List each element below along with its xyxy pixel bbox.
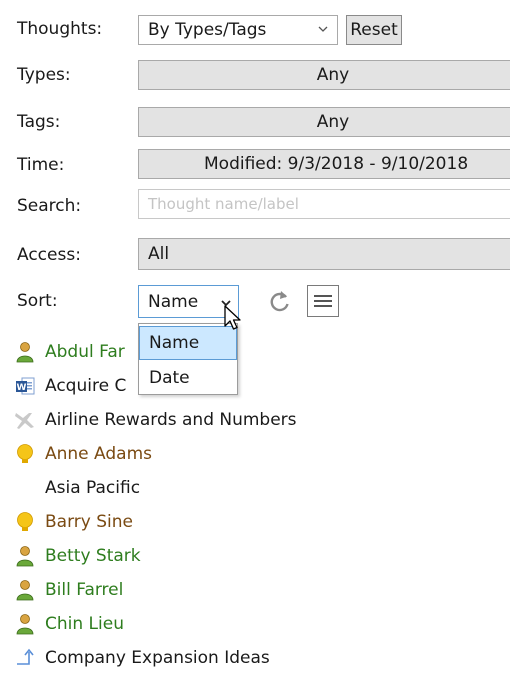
refresh-icon[interactable] bbox=[266, 286, 294, 316]
sort-option-name[interactable]: Name bbox=[139, 326, 237, 360]
time-range-button[interactable]: Modified: 9/3/2018 - 9/10/2018 bbox=[138, 149, 510, 179]
thought-label: Barry Sine bbox=[45, 512, 133, 532]
blank-icon bbox=[14, 477, 36, 499]
person-icon bbox=[14, 579, 36, 601]
thought-label: Acquire C bbox=[45, 376, 127, 396]
list-item[interactable]: Asia Pacific bbox=[14, 474, 140, 502]
thought-label: Chin Lieu bbox=[45, 614, 124, 634]
list-item[interactable]: Anne Adams bbox=[14, 440, 152, 468]
list-item[interactable]: Chin Lieu bbox=[14, 610, 124, 638]
thought-label: Company Expansion Ideas bbox=[45, 648, 270, 668]
list-item[interactable]: Airline Rewards and Numbers bbox=[14, 406, 297, 434]
tags-button[interactable]: Any bbox=[138, 107, 510, 137]
thought-label: Asia Pacific bbox=[45, 478, 141, 498]
access-select[interactable]: All bbox=[138, 238, 510, 270]
thought-filter-panel: Thoughts: By Types/Tags Reset Types: Any… bbox=[0, 0, 510, 674]
word-document-icon: W bbox=[14, 375, 36, 397]
svg-text:W: W bbox=[17, 383, 27, 393]
menu-icon[interactable] bbox=[307, 285, 339, 317]
thought-label: Anne Adams bbox=[45, 444, 152, 464]
list-item[interactable]: Abdul Far bbox=[14, 338, 125, 366]
list-item[interactable]: W Acquire C bbox=[14, 372, 126, 400]
search-input[interactable]: Thought name/label bbox=[138, 189, 510, 219]
reset-button[interactable]: Reset bbox=[346, 15, 402, 45]
sort-label: Sort: bbox=[17, 291, 58, 311]
thoughts-mode-value: By Types/Tags bbox=[148, 20, 267, 40]
thoughts-mode-select[interactable]: By Types/Tags bbox=[138, 15, 338, 45]
thoughts-label: Thoughts: bbox=[17, 19, 103, 39]
list-item[interactable]: Bill Farrel bbox=[14, 576, 123, 604]
sort-value: Name bbox=[148, 291, 199, 312]
thought-label: Airline Rewards and Numbers bbox=[45, 410, 297, 430]
thought-label: Abdul Far bbox=[45, 342, 125, 362]
chevron-down-icon bbox=[318, 23, 328, 36]
list-item[interactable]: Betty Stark bbox=[14, 542, 141, 570]
access-label: Access: bbox=[17, 245, 81, 265]
list-item[interactable]: Company Expansion Ideas bbox=[14, 644, 270, 672]
link-arrow-icon bbox=[14, 647, 36, 669]
person-icon bbox=[14, 341, 36, 363]
yellow-bulb-icon bbox=[14, 443, 36, 465]
person-icon bbox=[14, 613, 36, 635]
time-label: Time: bbox=[17, 155, 65, 175]
sort-dropdown: Name Date bbox=[138, 323, 238, 395]
types-label: Types: bbox=[17, 65, 71, 85]
mouse-cursor-icon bbox=[224, 305, 244, 337]
types-button[interactable]: Any bbox=[138, 60, 510, 90]
thought-label: Bill Farrel bbox=[45, 580, 124, 600]
yellow-bulb-icon bbox=[14, 511, 36, 533]
list-item[interactable]: Barry Sine bbox=[14, 508, 133, 536]
tags-label: Tags: bbox=[17, 112, 61, 132]
person-icon bbox=[14, 545, 36, 567]
sort-option-date[interactable]: Date bbox=[140, 361, 238, 395]
search-label: Search: bbox=[17, 196, 82, 216]
thought-label: Betty Stark bbox=[45, 546, 141, 566]
airplane-icon bbox=[14, 409, 36, 431]
